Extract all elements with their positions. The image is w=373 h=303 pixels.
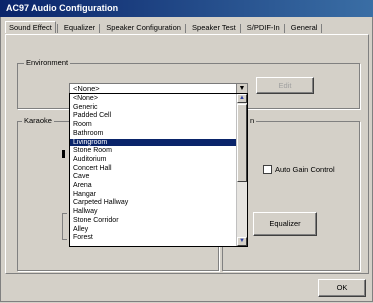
environment-select-value: <None>: [73, 84, 100, 93]
auto-gain-label: Auto Gain Control: [275, 165, 335, 174]
auto-gain-checkbox[interactable]: [263, 165, 272, 174]
dropdown-scrollbar[interactable]: ▲ ▼: [236, 94, 247, 246]
karaoke-label-stub: [58, 200, 64, 203]
dropdown-option[interactable]: Hangar: [73, 191, 235, 198]
edit-button[interactable]: Edit: [256, 77, 314, 94]
environment-group-label: Environment: [24, 58, 71, 67]
scroll-down-icon[interactable]: ▼: [237, 237, 247, 246]
tab-speaker-configuration[interactable]: Speaker Configuration: [103, 22, 184, 33]
title-bar: AC97 Audio Configuration: [0, 0, 373, 17]
karaoke-marker: [62, 150, 65, 158]
window-title: AC97 Audio Configuration: [6, 3, 119, 13]
tab-sound-effect[interactable]: Sound Effect: [5, 21, 56, 33]
dropdown-option[interactable]: Stone Corridor: [73, 217, 235, 224]
dropdown-option[interactable]: Hallway: [73, 208, 235, 215]
tab-strip: Sound Effect Equalizer Speaker Configura…: [5, 21, 323, 35]
equalizer-button[interactable]: Equalizer: [253, 212, 317, 236]
tab-speaker-test[interactable]: Speaker Test: [189, 22, 239, 33]
scroll-up-icon[interactable]: ▲: [237, 94, 247, 103]
ok-button[interactable]: OK: [318, 279, 366, 297]
dropdown-option[interactable]: Carpeted Hallway: [73, 199, 235, 206]
tab-spdif-in[interactable]: S/PDIF-In: [244, 22, 283, 33]
tab-equalizer[interactable]: Equalizer: [61, 22, 98, 33]
dropdown-option[interactable]: Forest: [73, 234, 235, 241]
dropdown-option[interactable]: Bathroom: [73, 130, 235, 137]
dropdown-option[interactable]: Alley: [73, 226, 235, 233]
dropdown-option[interactable]: Concert Hall: [73, 165, 235, 172]
dropdown-option[interactable]: <None>: [73, 95, 235, 102]
karaoke-group-label: Karaoke: [22, 116, 54, 125]
right-group-label: n: [248, 116, 257, 125]
dropdown-option[interactable]: Room: [73, 121, 235, 128]
tab-general[interactable]: General: [288, 22, 321, 33]
environment-dropdown-list[interactable]: <None> Generic Padded Cell Room Bathroom Livi…: [69, 93, 248, 247]
dropdown-option[interactable]: Arena: [73, 182, 235, 189]
dropdown-option[interactable]: Auditorium: [73, 156, 235, 163]
dropdown-option[interactable]: Livingroom: [70, 138, 238, 146]
dropdown-option[interactable]: Generic: [73, 104, 235, 111]
dropdown-option[interactable]: Stone Room: [73, 147, 235, 154]
scroll-thumb[interactable]: [237, 104, 247, 182]
dropdown-option[interactable]: Cave: [73, 173, 235, 180]
dropdown-option[interactable]: Padded Cell: [73, 112, 235, 119]
karaoke-bracket: [62, 213, 67, 240]
